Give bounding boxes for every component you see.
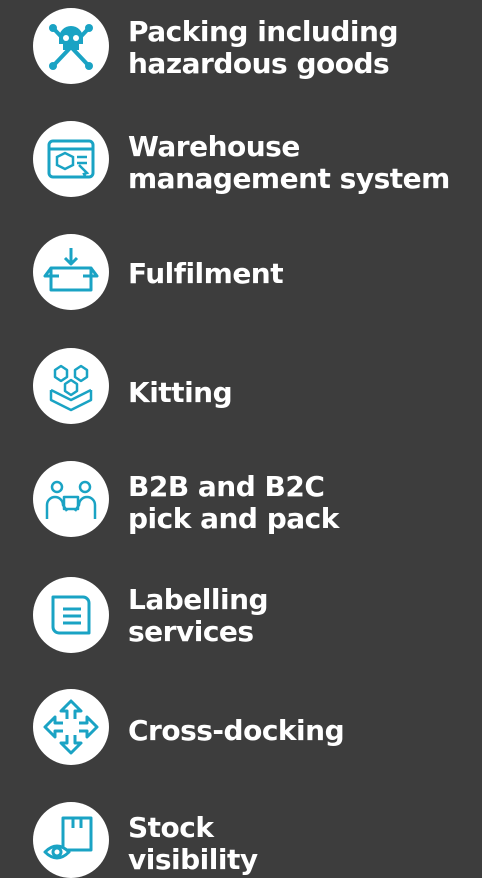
service-label-line: pick and pack — [128, 502, 339, 535]
service-label-line: Warehouse — [128, 130, 300, 163]
service-icon-circle — [33, 802, 109, 878]
service-label-line: Cross-docking — [128, 714, 345, 747]
service-icon-circle — [33, 689, 109, 765]
label-document-icon — [51, 595, 91, 635]
service-icon-circle — [33, 234, 109, 310]
service-label-line: Kitting — [128, 376, 233, 409]
service-label: B2B and B2C pick and pack — [128, 471, 339, 535]
service-icon-circle — [33, 461, 109, 537]
warehouse-management-icon — [47, 139, 95, 179]
service-label-line: services — [128, 615, 254, 648]
service-label-line: Labelling — [128, 583, 269, 616]
people-handing-box-icon — [45, 480, 97, 519]
eye-box-icon — [43, 816, 93, 860]
service-label: Stock visibility — [128, 812, 258, 876]
service-label: Packing including hazardous goods — [128, 16, 398, 80]
service-icon-circle — [33, 8, 109, 84]
service-label-line: hazardous goods — [128, 47, 390, 80]
service-label-line: B2B and B2C — [128, 470, 325, 503]
service-label: Warehouse management system — [128, 131, 450, 195]
four-way-arrows-icon — [43, 699, 99, 755]
service-icon-circle — [33, 121, 109, 197]
service-label-line: Fulfilment — [128, 257, 284, 290]
stacked-boxes-icon — [49, 364, 93, 412]
service-label: Fulfilment — [128, 257, 284, 290]
skull-crossbones-icon — [49, 24, 93, 70]
services-list: Packing including hazardous goods Wareho… — [0, 0, 482, 878]
service-label-line: management system — [128, 162, 450, 195]
service-label-line: visibility — [128, 843, 258, 876]
service-label-line: Stock — [128, 811, 214, 844]
open-box-icon — [43, 248, 99, 292]
service-label: Labelling services — [128, 583, 269, 648]
service-label: Kitting — [128, 376, 233, 409]
service-icon-circle — [33, 348, 109, 424]
service-label: Cross-docking — [128, 714, 345, 747]
service-icon-circle — [33, 577, 109, 653]
service-label-line: Packing including — [128, 15, 398, 48]
